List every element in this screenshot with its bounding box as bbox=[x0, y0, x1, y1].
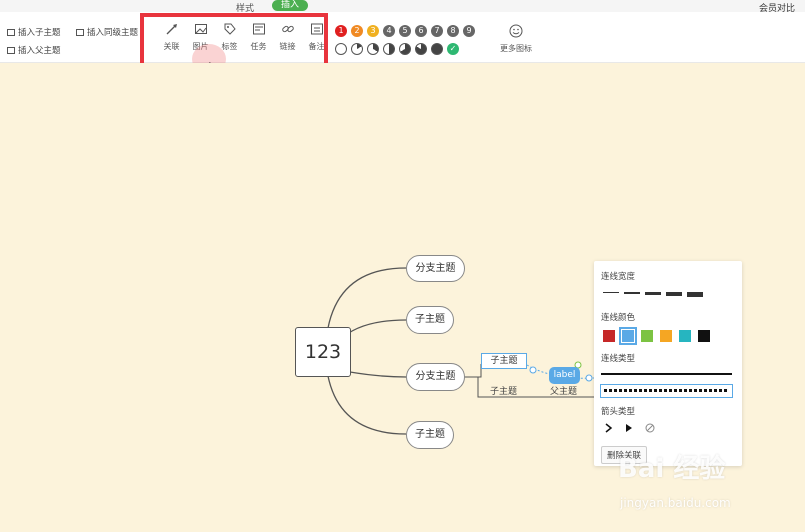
arrow-none-icon[interactable] bbox=[645, 423, 655, 433]
line-width-4[interactable] bbox=[666, 292, 682, 296]
watermark-url: jingyan.baidu.com bbox=[620, 496, 731, 510]
relation-style-panel: 连线宽度 连线颜色 连线类型 箭头类型 删除关联 bbox=[594, 261, 742, 466]
line-width-options bbox=[603, 292, 703, 297]
parent-topic-label[interactable]: 父主题 bbox=[550, 384, 577, 397]
line-color-title: 连线颜色 bbox=[601, 313, 636, 323]
watermark-logo: Bai 经验 bbox=[618, 454, 726, 484]
relation-label-tag[interactable]: label bbox=[549, 367, 580, 384]
line-width-5[interactable] bbox=[687, 292, 703, 297]
line-color-swatch[interactable] bbox=[660, 330, 672, 342]
branch-topic-4[interactable]: 子主题 bbox=[406, 421, 454, 449]
line-type-dotted[interactable] bbox=[600, 384, 733, 398]
selected-subtopic[interactable]: 子主题 bbox=[481, 353, 527, 369]
line-color-swatch[interactable] bbox=[698, 330, 710, 342]
line-color-swatch[interactable] bbox=[603, 330, 615, 342]
line-color-swatch[interactable] bbox=[679, 330, 691, 342]
subtopic-plain[interactable]: 子主题 bbox=[490, 384, 517, 397]
arrow-open-icon[interactable] bbox=[605, 423, 613, 433]
line-width-title: 连线宽度 bbox=[601, 272, 636, 282]
line-type-title: 连线类型 bbox=[601, 354, 636, 364]
branch-topic-1[interactable]: 分支主题 bbox=[406, 255, 465, 282]
line-color-swatch[interactable] bbox=[619, 327, 637, 345]
arrow-type-options bbox=[605, 423, 655, 433]
line-type-solid[interactable] bbox=[601, 373, 732, 375]
arrow-filled-icon[interactable] bbox=[625, 423, 633, 433]
line-color-swatch[interactable] bbox=[641, 330, 653, 342]
line-width-3[interactable] bbox=[645, 292, 661, 295]
branch-topic-2[interactable]: 子主题 bbox=[406, 306, 454, 334]
root-topic[interactable]: 123 bbox=[295, 327, 351, 377]
branch-topic-3[interactable]: 分支主题 bbox=[406, 363, 465, 391]
line-width-1[interactable] bbox=[603, 292, 619, 293]
line-width-2[interactable] bbox=[624, 292, 640, 294]
line-color-options bbox=[603, 327, 710, 345]
arrow-type-title: 箭头类型 bbox=[601, 407, 636, 417]
